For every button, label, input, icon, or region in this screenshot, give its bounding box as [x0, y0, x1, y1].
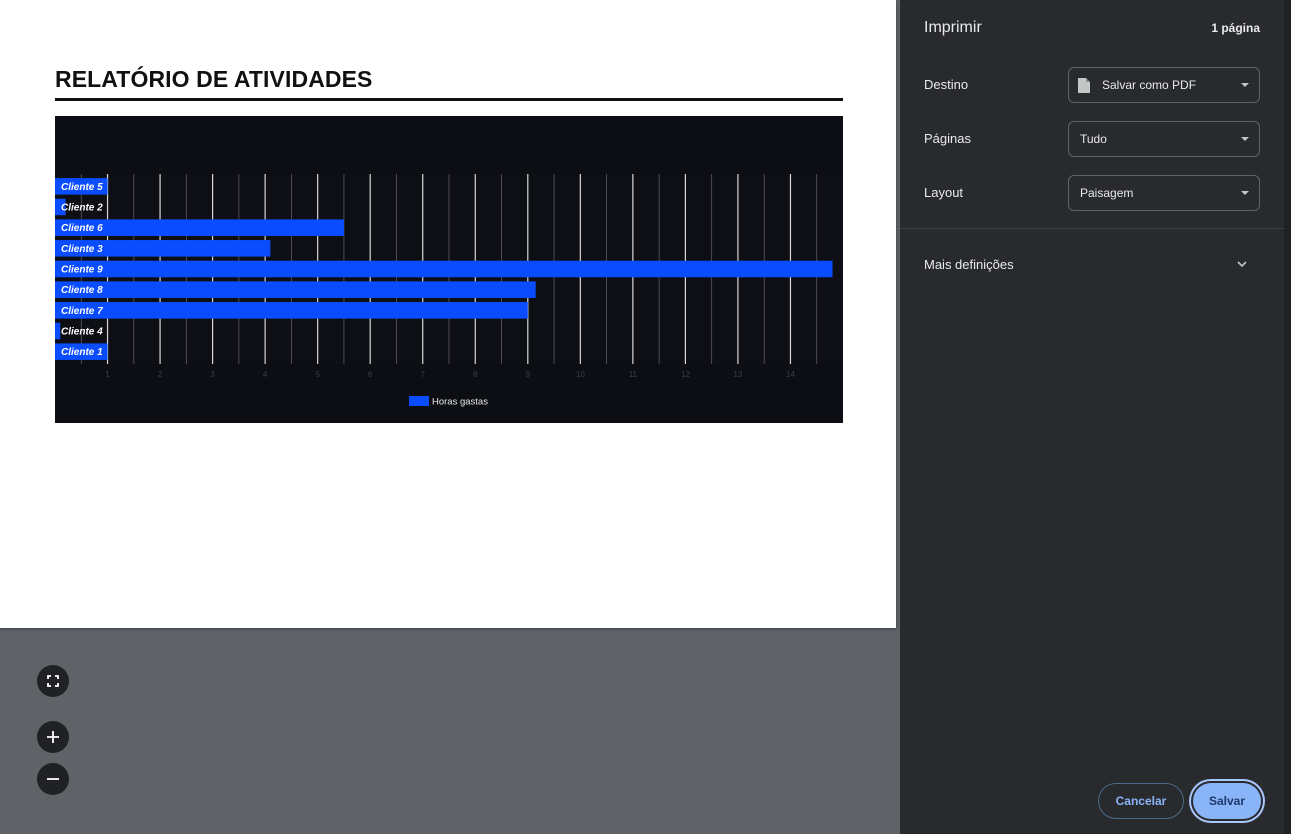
x-tick-label: 3 [210, 370, 215, 379]
x-tick-label: 1 [105, 370, 110, 379]
report-title: RELATÓRIO DE ATIVIDADES [55, 66, 373, 92]
legend-label: Horas gastas [432, 397, 488, 408]
destination-label: Destino [924, 77, 969, 92]
x-tick-label: 10 [576, 370, 585, 379]
print-preview-area: RELATÓRIO DE ATIVIDADES Cliente 5 Cliente… [0, 0, 900, 834]
save-button[interactable]: Salvar [1193, 783, 1261, 819]
dropdown-caret-icon [1241, 191, 1249, 195]
category-label: Cliente 8 [61, 285, 103, 296]
x-tick-label: 6 [368, 370, 373, 379]
bar [55, 281, 536, 298]
pages-value: Tudo [1080, 132, 1107, 146]
x-tick-label: 2 [158, 370, 163, 379]
x-tick-label: 11 [629, 370, 638, 379]
zoom-in-button[interactable] [37, 721, 69, 753]
category-label: Cliente 6 [61, 223, 103, 234]
x-tick-label: 13 [733, 370, 742, 379]
print-title: Imprimir [924, 19, 982, 36]
layout-select[interactable]: Paisagem [1068, 175, 1260, 211]
category-label: Cliente 9 [61, 265, 103, 276]
category-label: Cliente 2 [61, 203, 103, 214]
preview-page: RELATÓRIO DE ATIVIDADES Cliente 5 Cliente… [0, 0, 896, 628]
bar [55, 260, 833, 278]
minus-icon [47, 778, 59, 780]
section-divider [900, 228, 1284, 229]
x-tick-label: 12 [681, 370, 690, 379]
pages-label: Páginas [924, 131, 971, 146]
chevron-down-icon [1237, 261, 1247, 268]
destination-select[interactable]: Salvar como PDF [1068, 67, 1260, 103]
layout-label: Layout [924, 185, 964, 200]
x-tick-label: 4 [263, 370, 268, 379]
x-tick-label: 7 [421, 370, 426, 379]
more-settings-toggle[interactable]: Mais definições [900, 248, 1284, 282]
category-label: Cliente 7 [61, 306, 103, 317]
dropdown-caret-icon [1241, 137, 1249, 141]
fit-to-page-button[interactable] [37, 665, 69, 697]
legend-swatch [409, 396, 429, 406]
dropdown-caret-icon [1241, 83, 1249, 87]
more-settings-label: Mais definições [924, 257, 1014, 272]
bar [55, 322, 61, 340]
plus-icon [47, 731, 59, 743]
x-tick-label: 8 [473, 370, 478, 379]
title-divider [55, 98, 843, 101]
file-icon [1078, 77, 1090, 93]
zoom-out-button[interactable] [37, 763, 69, 795]
x-tick-label: 5 [315, 370, 320, 379]
destination-value: Salvar como PDF [1102, 78, 1197, 92]
print-settings-sidebar: Imprimir 1 página Destino Salvar como PD… [900, 0, 1284, 834]
x-tick-label: 9 [526, 370, 531, 379]
activity-chart: Cliente 5 Cliente 2 Cliente 6 Cliente 3 Clie… [55, 116, 843, 423]
bar [55, 302, 528, 319]
x-tick-label: 14 [786, 370, 795, 379]
cancel-button[interactable]: Cancelar [1098, 783, 1184, 819]
layout-value: Paisagem [1080, 186, 1134, 200]
page-count: 1 página [1211, 21, 1260, 35]
pages-select[interactable]: Tudo [1068, 121, 1260, 157]
scrollbar-track [1284, 0, 1291, 834]
chart-svg: Cliente 5 Cliente 2 Cliente 6 Cliente 3 Clie… [55, 174, 843, 408]
category-label: Cliente 3 [61, 244, 103, 255]
category-label: Cliente 5 [61, 182, 103, 193]
category-label: Cliente 1 [61, 347, 103, 358]
fit-to-page-icon [47, 675, 59, 687]
category-label: Cliente 4 [61, 327, 103, 338]
